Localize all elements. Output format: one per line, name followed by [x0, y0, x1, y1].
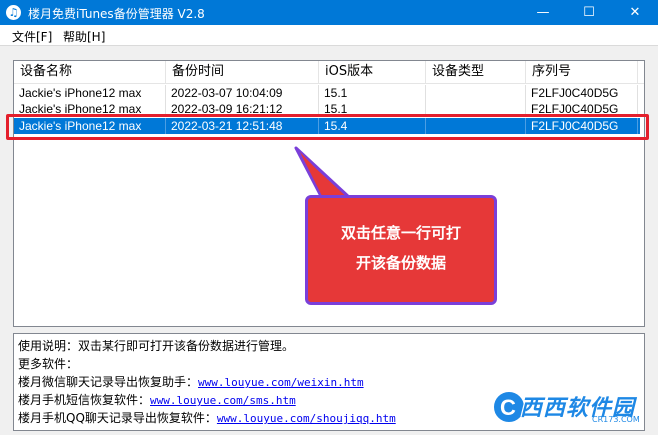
menu-file[interactable]: 文件[F] — [12, 28, 52, 45]
list-header: 设备名称 备份时间 iOS版本 设备类型 序列号 — [14, 61, 644, 84]
software-label: 楼月手机QQ聊天记录导出恢复软件： — [18, 411, 217, 425]
menu-bar: 文件[F] 帮助[H] — [0, 25, 658, 46]
column-header-device-type[interactable]: 设备类型 — [426, 61, 526, 83]
callout-line-1: 双击任意一行可打 — [340, 224, 461, 242]
usage-text: 使用说明：双击某行即可打开该备份数据进行管理。 — [18, 339, 295, 353]
window-title: 楼月免费iTunes备份管理器 V2.8 — [28, 7, 205, 21]
software-link[interactable]: www.louyue.com/sms.htm — [150, 394, 296, 407]
hint-callout: 双击任意一行可打 开该备份数据 — [305, 195, 497, 305]
title-bar: ♫ 楼月免费iTunes备份管理器 V2.8 — ☐ ✕ — [0, 0, 658, 25]
cell-type — [426, 85, 526, 101]
software-link[interactable]: www.louyue.com/shoujiqq.htm — [217, 412, 396, 425]
maximize-button[interactable]: ☐ — [566, 0, 612, 25]
cell-ios: 15.1 — [319, 85, 426, 101]
column-header-ios-version[interactable]: iOS版本 — [319, 61, 426, 83]
software-item: 楼月微信聊天记录导出恢复助手：www.louyue.com/weixin.htm — [18, 373, 364, 390]
cell-serial: F2LFJ0C40D5G — [526, 85, 638, 101]
software-label: 楼月微信聊天记录导出恢复助手： — [18, 375, 199, 389]
selected-row-highlight — [6, 114, 649, 140]
column-header-backup-time[interactable]: 备份时间 — [166, 61, 319, 83]
close-button[interactable]: ✕ — [612, 0, 658, 25]
cell-time: 2022-03-07 10:04:09 — [166, 85, 319, 101]
watermark-logo: C 西西软件园 CR173.COM — [492, 388, 642, 426]
column-header-device-name[interactable]: 设备名称 — [14, 61, 166, 83]
callout-line-2: 开该备份数据 — [355, 254, 446, 272]
table-row[interactable]: Jackie's iPhone12 max 2022-03-07 10:04:0… — [14, 85, 640, 101]
software-item: 楼月手机短信恢复软件：www.louyue.com/sms.htm — [18, 391, 296, 408]
app-icon: ♫ — [6, 5, 21, 20]
software-label: 楼月手机短信恢复软件： — [18, 393, 151, 407]
software-item: 楼月手机QQ聊天记录导出恢复软件：www.louyue.com/shoujiqq… — [18, 409, 396, 426]
column-header-serial[interactable]: 序列号 — [526, 61, 638, 83]
minimize-button[interactable]: — — [520, 0, 566, 25]
watermark-site: CR173.COM — [592, 415, 640, 424]
menu-help[interactable]: 帮助[H] — [63, 28, 105, 45]
software-link[interactable]: www.louyue.com/weixin.htm — [198, 376, 364, 389]
more-software-label: 更多软件： — [18, 357, 79, 371]
cell-device: Jackie's iPhone12 max — [14, 85, 166, 101]
